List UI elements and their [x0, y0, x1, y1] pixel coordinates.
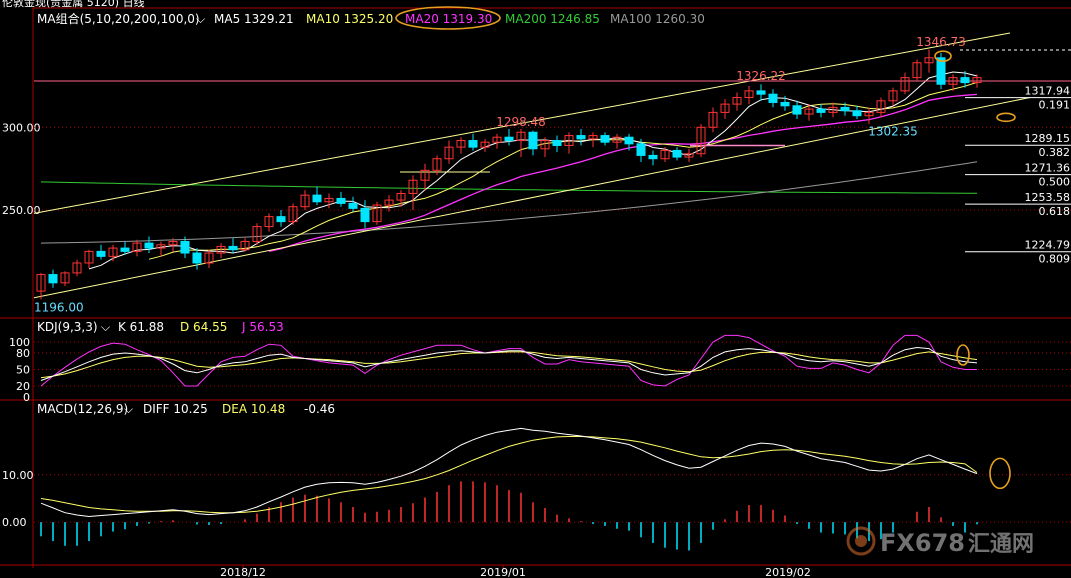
macd-diff-label: DIFF 10.25 — [143, 402, 208, 416]
x-axis-label: 2019/02 — [765, 566, 811, 578]
ma20-label: MA20 1319.30 — [405, 12, 492, 26]
macd-hist-label: -0.46 — [304, 402, 335, 416]
chart-canvas: 伦敦金现(贵金属 5120) 日线 MA组合(5,10,20,200,100,0… — [0, 0, 1071, 578]
kdj-d-label: D 64.55 — [180, 320, 227, 334]
chevron-down-icon[interactable]: ⌵ — [196, 12, 205, 26]
fib-ratio-label: 0.191 — [1039, 99, 1071, 112]
chevron-down-icon[interactable]: ⌵ — [124, 402, 133, 416]
price-axis-label: 300.00 — [2, 121, 41, 134]
price-annotation: 1346.73 — [916, 35, 966, 49]
chevron-down-icon[interactable]: ⌵ — [101, 320, 110, 334]
svg-text:FX678: FX678 — [880, 529, 965, 557]
price-annotation: 1196.00 — [34, 300, 84, 314]
ma100-label: MA100 1260.30 — [610, 12, 705, 26]
fib-price-label: 1224.79 — [1025, 239, 1071, 252]
x-axis-label: 2019/01 — [480, 566, 526, 578]
price-annotation: 1298.48 — [496, 115, 546, 129]
kdj-axis-label: 80 — [16, 347, 30, 360]
macd-axis-label: 0.00 — [2, 516, 27, 529]
kdj-j-label: J 56.53 — [241, 320, 284, 334]
fib-ratio-label: 0.382 — [1039, 146, 1071, 159]
macd-dea-label: DEA 10.48 — [222, 402, 285, 416]
fib-price-label: 1253.58 — [1025, 191, 1071, 204]
macd-label[interactable]: MACD(12,26,9) — [37, 402, 128, 416]
ma10-label: MA10 1325.20 — [306, 12, 393, 26]
fib-ratio-label: 0.618 — [1039, 205, 1071, 218]
ma200-label: MA200 1246.85 — [505, 12, 600, 26]
kdj-legend: KDJ(9,3,3) ⌵ K 61.88 D 64.55 J 56.53 — [37, 320, 284, 334]
price-annotation: 1326.22 — [736, 69, 786, 83]
fib-ratio-label: 0.500 — [1039, 176, 1071, 189]
window-title: 伦敦金现(贵金属 5120) 日线 — [2, 0, 145, 9]
kdj-axis-label: 0 — [23, 391, 30, 404]
fib-price-label: 1271.36 — [1025, 162, 1071, 175]
ma5-label: MA5 1329.21 — [214, 12, 294, 26]
fib-price-label: 1289.15 — [1025, 132, 1071, 145]
svg-text:汇通网: 汇通网 — [968, 532, 1034, 557]
fib-ratio-label: 0.809 — [1039, 253, 1071, 266]
price-annotation: 1302.35 — [868, 124, 918, 138]
kdj-axis-label: 50 — [16, 364, 30, 377]
kdj-k-label: K 61.88 — [118, 320, 164, 334]
fib-price-label: 1317.94 — [1025, 85, 1071, 98]
kdj-label[interactable]: KDJ(9,3,3) — [37, 320, 98, 334]
ma-group-label[interactable]: MA组合(5,10,20,200,100,0) — [37, 11, 200, 26]
x-axis-label: 2018/12 — [220, 566, 266, 578]
macd-axis-label: 10.00 — [2, 469, 34, 482]
candle — [936, 52, 946, 90]
